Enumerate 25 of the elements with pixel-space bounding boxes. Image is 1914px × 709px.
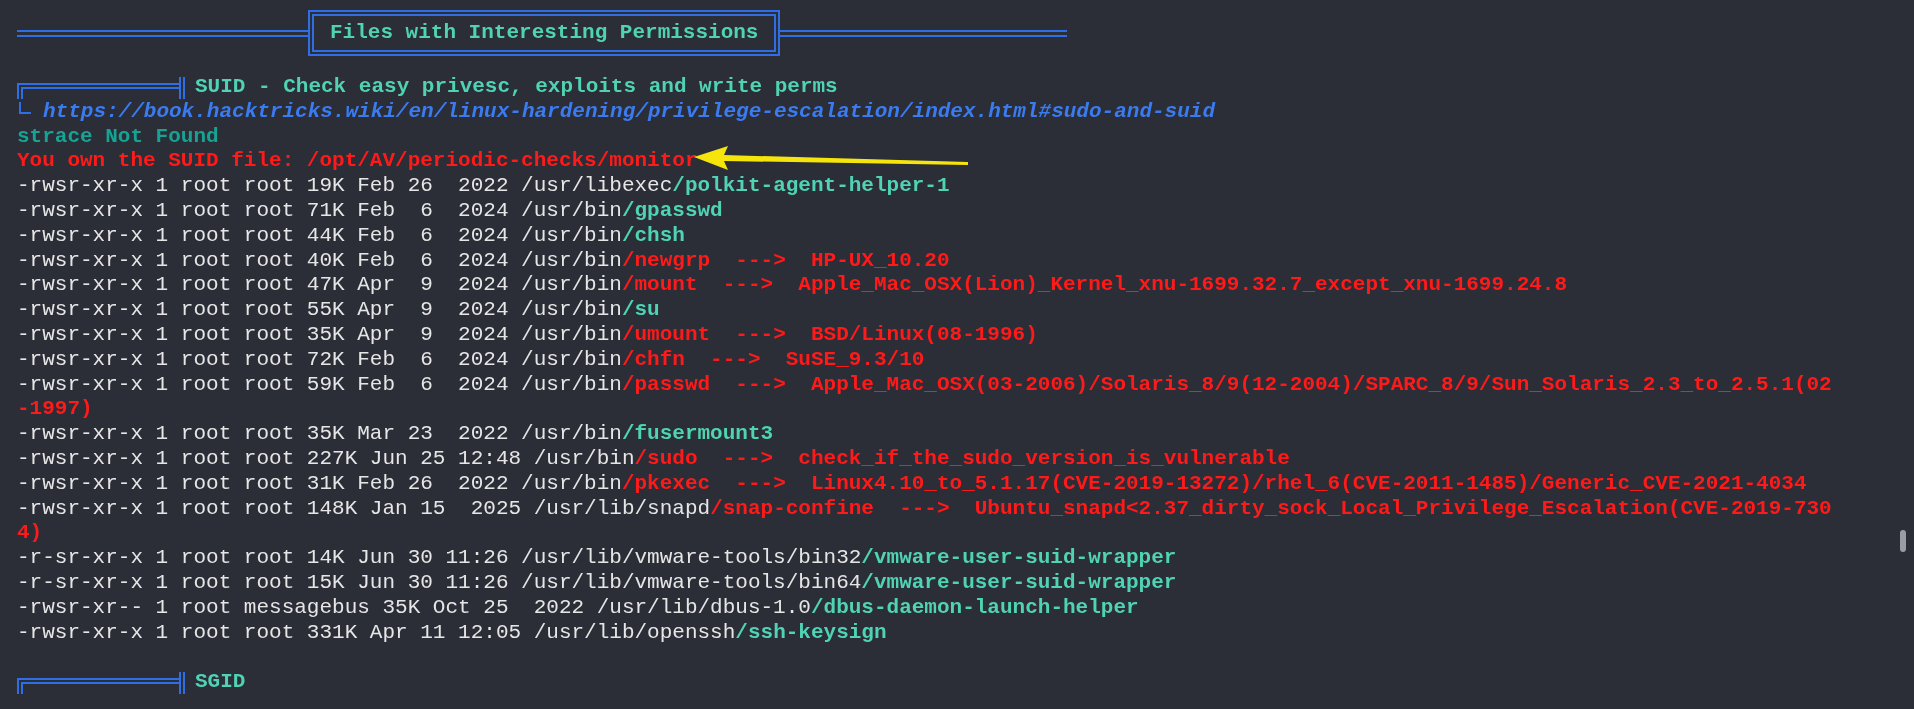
file-entry: -rwsr-xr-x 1 root root 148K Jan 15 2025 /usr/lib/snapd/snap-confine ---> Ubuntu_snapd<2.37_dirty_sock_Local_Privilege_Escalation(CVE-2019-7304) bbox=[17, 496, 1832, 545]
file-entry: -rwsr-xr-x 1 root root 47K Apr 9 2024 /usr/bin/mount ---> Apple_Mac_OSX(Lion)_Kernel_xnu-1699.32.7_except_xnu-1699.24.8 bbox=[17, 273, 1568, 297]
file-entry: -rwsr-xr-x 1 root root 35K Mar 23 2022 /usr/bin/fusermount3 bbox=[17, 422, 774, 446]
file-entry: -rwsr-xr-x 1 root root 55K Apr 9 2024 /usr/bin/su bbox=[17, 298, 660, 322]
reference-link[interactable]: https://book.hacktricks.wiki/en/linux-hardening/privilege-escalation/index.html#sudo-and-suid bbox=[43, 99, 1215, 125]
file-entry: -rwsr-xr-x 1 root root 40K Feb 6 2024 /usr/bin/newgrp ---> HP-UX_10.20 bbox=[17, 248, 950, 272]
file-entry: -r-sr-xr-x 1 root root 14K Jun 30 11:26 /usr/lib/vmware-tools/bin32/vmware-user-suid-wrapper bbox=[17, 546, 1177, 570]
banner-title: Files with Interesting Permissions bbox=[308, 10, 781, 56]
file-entry: -rwsr-xr-x 1 root root 35K Apr 9 2024 /usr/bin/umount ---> BSD/Linux(08-1996) bbox=[17, 322, 1038, 346]
file-entry: -r-sr-xr-x 1 root root 15K Jun 30 11:26 /usr/lib/vmware-tools/bin64/vmware-user-suid-wrapper bbox=[17, 570, 1177, 594]
status-message: strace Not Found bbox=[17, 124, 219, 148]
file-entry: -rwsr-xr-x 1 root root 31K Feb 26 2022 /usr/bin/pkexec ---> Linux4.10_to_5.1.17(CVE-2019-13272)/rhel_6(CVE-2011-1485)/Generic_CVE-2021-4034 bbox=[17, 471, 1807, 495]
scrollbar-thumb bbox=[1900, 530, 1906, 552]
file-entry: -rwsr-xr-- 1 root messagebus 35K Oct 25 2022 /usr/lib/dbus-1.0/dbus-daemon-launch-helper bbox=[17, 595, 1139, 619]
corner-bracket bbox=[19, 101, 31, 114]
file-entry: -rwsr-xr-x 1 root root 44K Feb 6 2024 /usr/bin/chsh bbox=[17, 223, 685, 247]
file-entry: -rwsr-xr-x 1 root root 19K Feb 26 2022 /usr/libexec/polkit-agent-helper-1 bbox=[17, 174, 950, 198]
file-entry: -rwsr-xr-x 1 root root 227K Jun 25 12:48 /usr/bin/sudo ---> check_if_the_sudo_version_is_vulnerable bbox=[17, 446, 1290, 470]
file-entry: -rwsr-xr-x 1 root root 59K Feb 6 2024 /usr/bin/passwd ---> Apple_Mac_OSX(03-2006)/Solaris_8/9(12-2004)/SPARC_8/9/Sun_Solaris_2.3_to_2.5.1(02-1997) bbox=[17, 372, 1832, 421]
file-entry: -rwsr-xr-x 1 root root 71K Feb 6 2024 /usr/bin/gpasswd bbox=[17, 199, 723, 222]
section-title: SGID bbox=[195, 670, 246, 695]
file-entry: -rwsr-xr-x 1 root root 331K Apr 11 12:05 /usr/lib/openssh/ssh-keysign bbox=[17, 620, 887, 644]
section-title: SUID - Check easy privesc, exploits and write perms bbox=[195, 75, 838, 100]
warning-message: You own the SUID file: /opt/AV/periodic-checks/monitor bbox=[17, 149, 698, 173]
file-entry: -rwsr-xr-x 1 root root 72K Feb 6 2024 /usr/bin/chfn ---> SuSE_9.3/10 bbox=[17, 347, 925, 371]
